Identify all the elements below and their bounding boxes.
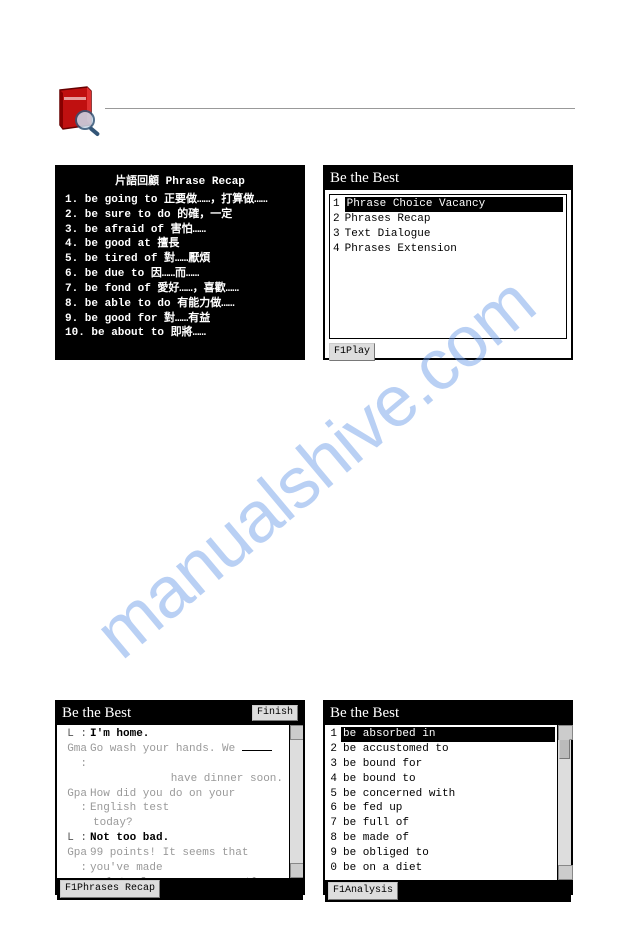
scrollbar[interactable] [289, 725, 303, 878]
phrase-list-item[interactable]: 7be full of [325, 816, 571, 831]
list-item-number: 3 [325, 757, 341, 772]
phrase-recap-item: 10. be about to 即將…… [65, 326, 295, 341]
phrase-list-item[interactable]: 0be on a diet [325, 861, 571, 876]
phrase-list-item[interactable]: 3be bound for [325, 757, 571, 772]
dialogue-text: I'm home. [90, 727, 287, 742]
phrase-recap-item: 6. be due to 因……而…… [65, 267, 295, 282]
phrase-recap-item: 9. be good for 對……有益 [65, 312, 295, 327]
list-item-number: 9 [325, 846, 341, 861]
panel-footer: F1Analysis [325, 880, 571, 902]
list-body: 1be absorbed in2be accustomed to3be boun… [325, 725, 571, 880]
dialogue-line: Gpa :99 points! It seems that you've mad… [60, 846, 303, 876]
menu-item-number: 1 [333, 197, 340, 212]
list-item-number: 8 [325, 831, 341, 846]
phrase-list-item[interactable]: 8be made of [325, 831, 571, 846]
list-item-label: be bound to [341, 772, 555, 787]
dialogue-text: 99 points! It seems that you've made [90, 846, 287, 876]
panel-title: Be the Best [330, 168, 399, 188]
f1-phrases-recap-button[interactable]: F1Phrases Recap [60, 880, 160, 898]
phrase-list-panel: Be the Best 1be absorbed in2be accustome… [323, 700, 573, 895]
phrase-recap-item: 4. be good at 擅長 [65, 237, 295, 252]
f1-analysis-button[interactable]: F1Analysis [328, 882, 398, 900]
panel-title: Be the Best [330, 703, 399, 723]
dialogue-line: Gpa :How did you do on your English test [60, 787, 303, 817]
phrase-list-item[interactable]: 6be fed up [325, 801, 571, 816]
menu-item-label: Text Dialogue [345, 227, 431, 242]
list-item-number: 6 [325, 801, 341, 816]
panel-footer: F1Play [325, 343, 571, 364]
speaker-label: Gpa : [60, 846, 90, 876]
phrase-recap-item: 5. be tired of 對……厭煩 [65, 252, 295, 267]
f1-play-button[interactable]: F1Play [329, 343, 375, 361]
dialogue-panel: Be the Best Finish L :I'm home.Gma :Go w… [55, 700, 305, 895]
phrase-list-item[interactable]: 9be obliged to [325, 846, 571, 861]
phrase-list-item[interactable]: 4be bound to [325, 772, 571, 787]
list-item-number: 7 [325, 816, 341, 831]
list-item-label: be concerned with [341, 787, 555, 802]
panel-title: Be the Best [62, 703, 131, 723]
dialogue-line: L :Not too bad. [60, 831, 303, 846]
menu-item-label: Phrases Extension [345, 242, 457, 257]
menu-item[interactable]: 1 Phrase Choice Vacancy [333, 197, 563, 212]
book-magnifier-icon [55, 85, 103, 145]
speaker-label: L : [60, 831, 90, 846]
list-item-label: be on a diet [341, 861, 555, 876]
list-item-number: 2 [325, 742, 341, 757]
dialogue-text: How did you do on your English test [90, 787, 287, 817]
menu-item[interactable]: 2 Phrases Recap [333, 212, 563, 227]
menu-body: 1 Phrase Choice Vacancy 2 Phrases Recap 3 Tex… [329, 194, 567, 339]
dialogue-continuation: a lot of progress recently. [60, 876, 303, 879]
header-rule [105, 108, 575, 109]
fill-blank[interactable] [242, 750, 272, 751]
phrase-recap-item: 2. be sure to do 的確，一定 [65, 208, 295, 223]
list-item-label: be made of [341, 831, 555, 846]
dialogue-body: L :I'm home.Gma :Go wash your hands. We … [57, 725, 303, 878]
finish-button[interactable]: Finish [252, 705, 298, 721]
menu-item-number: 2 [333, 212, 340, 227]
title-bar: Be the Best [325, 702, 571, 725]
list-item-label: be obliged to [341, 846, 555, 861]
list-item-number: 1 [325, 727, 341, 742]
scrollbar-thumb[interactable] [559, 739, 570, 759]
menu-item-label: Phrase Choice Vacancy [345, 197, 563, 212]
list-item-label: be fed up [341, 801, 555, 816]
panel-footer: F1Phrases Recap [57, 878, 303, 900]
menu-item[interactable]: 4 Phrases Extension [333, 242, 563, 257]
menu-item-label: Phrases Recap [345, 212, 431, 227]
menu-item-number: 4 [333, 242, 340, 257]
list-item-number: 0 [325, 861, 341, 876]
phrase-recap-panel: 片語回顧 Phrase Recap 1. be going to 正要做……，打… [55, 165, 305, 360]
phrase-recap-item: 8. be able to do 有能力做…… [65, 297, 295, 312]
dialogue-continuation: today? [60, 816, 303, 831]
list-item-number: 5 [325, 787, 341, 802]
dialogue-line: L :I'm home. [60, 727, 303, 742]
scrollbar[interactable] [557, 725, 571, 880]
speaker-label: L : [60, 727, 90, 742]
title-bar: Be the Best [325, 167, 571, 190]
dialogue-text: Go wash your hands. We [90, 742, 287, 772]
phrase-recap-heading: 片語回顧 Phrase Recap [65, 175, 295, 190]
phrase-list-item[interactable]: 5be concerned with [325, 787, 571, 802]
list-item-label: be absorbed in [341, 727, 555, 742]
list-item-label: be accustomed to [341, 742, 555, 757]
phrase-list-item[interactable]: 1be absorbed in [325, 727, 571, 742]
phrase-list-item[interactable]: 2be accustomed to [325, 742, 571, 757]
menu-item[interactable]: 3 Text Dialogue [333, 227, 563, 242]
be-the-best-menu-panel: Be the Best 1 Phrase Choice Vacancy 2 Phras… [323, 165, 573, 360]
phrase-recap-item: 1. be going to 正要做……，打算做…… [65, 193, 295, 208]
menu-item-number: 3 [333, 227, 340, 242]
speaker-label: Gpa : [60, 787, 90, 817]
phrase-recap-item: 7. be fond of 愛好……，喜歡…… [65, 282, 295, 297]
list-item-label: be bound for [341, 757, 555, 772]
dialogue-line: Gma :Go wash your hands. We [60, 742, 303, 772]
dialogue-text: Not too bad. [90, 831, 287, 846]
dialogue-continuation: have dinner soon. [60, 772, 303, 787]
title-bar: Be the Best Finish [57, 702, 303, 725]
phrase-recap-item: 3. be afraid of 害怕…… [65, 223, 295, 238]
speaker-label: Gma : [60, 742, 90, 772]
list-item-label: be full of [341, 816, 555, 831]
list-item-number: 4 [325, 772, 341, 787]
